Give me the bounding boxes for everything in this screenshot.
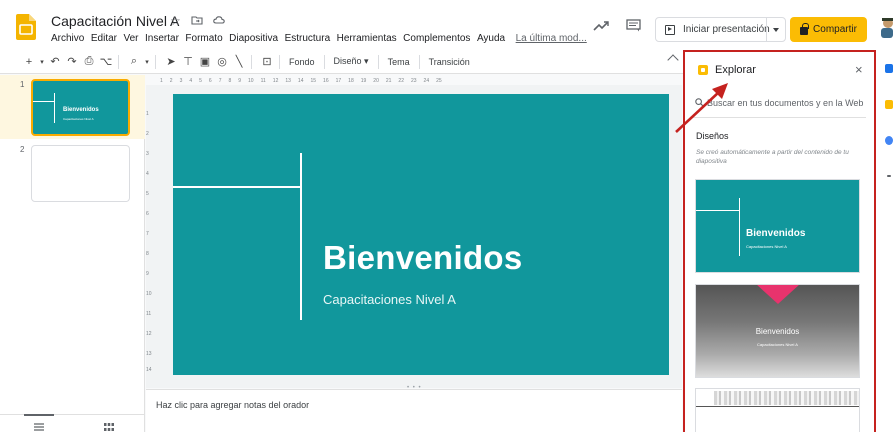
design-suggestion-3[interactable] (695, 388, 860, 432)
slide-horizontal-line (173, 186, 301, 188)
image-icon[interactable]: ▣ (198, 53, 212, 71)
explore-header: Explorar × (685, 52, 874, 86)
vertical-ruler: 1 2 3 4 5 6 7 8 9 10 11 12 13 14 (146, 111, 152, 373)
zoom-icon[interactable]: ⌕ (127, 53, 141, 71)
designs-subtitle: Se creó automáticamente a partir del con… (696, 149, 849, 165)
current-slide[interactable]: Bienvenidos Capacitaciones Nivel A (173, 94, 669, 375)
select-cursor-icon[interactable]: ➤ (164, 53, 178, 71)
design-subtitle: Capacitaciones Nivel A (757, 342, 798, 347)
comments-icon[interactable] (626, 19, 641, 32)
design-title: Bienvenidos (746, 228, 806, 239)
present-label: Iniciar presentación (683, 24, 770, 35)
explore-icon (698, 65, 708, 75)
star-icon[interactable]: ☆ (170, 14, 181, 28)
explore-search-input[interactable] (707, 96, 872, 110)
present-button[interactable]: Iniciar presentación (655, 17, 786, 42)
filmstrip-slide-1[interactable]: 1 Bienvenidos Capacitaciones Nivel A (0, 75, 145, 139)
line-icon[interactable]: ╲ (232, 53, 246, 71)
thumbnail-title: Bienvenidos (63, 107, 99, 113)
menu-file[interactable]: Archivo (51, 33, 84, 44)
share-label: Compartir (813, 24, 857, 35)
menu-format[interactable]: Formato (185, 33, 222, 44)
undo-icon[interactable]: ↶ (48, 53, 62, 71)
explore-panel: Explorar × Diseños Se creó automáticamen… (683, 50, 876, 432)
collapse-toolbar-chevron-up-icon[interactable] (667, 54, 679, 66)
background-button[interactable]: Fondo (289, 57, 315, 67)
slide-thumbnail[interactable] (31, 145, 130, 202)
paint-format-icon[interactable]: ⌥ (99, 53, 113, 71)
thumbnail-subtitle: Capacitaciones Nivel A (63, 117, 94, 121)
menu-edit[interactable]: Editar (91, 33, 117, 44)
design-subtitle: Capacitaciones Nivel A (746, 244, 787, 249)
keep-icon[interactable] (885, 100, 893, 109)
menu-tools[interactable]: Herramientas (337, 33, 397, 44)
present-icon (665, 24, 675, 35)
zoom-dropdown-icon[interactable]: ▾ (144, 53, 150, 71)
speaker-notes-placeholder: Haz clic para agregar notas del orador (156, 400, 310, 410)
close-icon[interactable]: × (855, 62, 863, 77)
designs-heading: Diseños (696, 131, 729, 141)
filmstrip-slide-2[interactable]: 2 (0, 141, 145, 205)
slide-thumbnail[interactable]: Bienvenidos Capacitaciones Nivel A (31, 79, 130, 136)
menu-addons[interactable]: Complementos (403, 33, 470, 44)
layout-button[interactable]: Diseño ▾ (334, 56, 369, 67)
menu-insert[interactable]: Insertar (145, 33, 179, 44)
avatar[interactable] (878, 16, 893, 38)
share-button[interactable]: Compartir (790, 17, 867, 42)
design-suggestion-1[interactable]: Bienvenidos Capacitaciones Nivel A (695, 179, 860, 273)
new-slide-plus-icon[interactable]: + (22, 53, 36, 71)
move-folder-icon[interactable] (191, 14, 203, 26)
print-icon[interactable]: ⎙ (82, 53, 96, 71)
slide-title-textbox[interactable]: Bienvenidos (323, 239, 523, 277)
speaker-notes[interactable]: Haz clic para agregar notas del orador (146, 389, 682, 432)
slide-filmstrip: 1 Bienvenidos Capacitaciones Nivel A 2 (0, 75, 145, 432)
slide-number: 1 (20, 80, 25, 89)
last-edit-link[interactable]: La última mod... (516, 33, 587, 44)
redo-icon[interactable]: ↷ (65, 53, 79, 71)
slide-number: 2 (20, 145, 25, 154)
slide-subtitle-textbox[interactable]: Capacitaciones Nivel A (323, 292, 456, 307)
side-panel-rail (876, 50, 893, 432)
editing-toolbar: + ▾ ↶ ↷ ⎙ ⌥ ⌕ ▾ ➤ ⊤ ▣ ◎ ╲ ⊡ Fondo Diseño… (0, 50, 683, 74)
triangle-decoration (756, 285, 800, 304)
new-slide-dropdown-icon[interactable]: ▾ (39, 53, 45, 71)
search-icon (695, 98, 704, 107)
app-header: Capacitación Nivel A ☆ Archivo Editar Ve… (0, 0, 893, 50)
filmstrip-view-switcher (0, 414, 145, 432)
theme-button[interactable]: Tema (388, 57, 410, 67)
slide-vertical-line (300, 153, 302, 320)
menu-arrange[interactable]: Estructura (285, 33, 331, 44)
tasks-icon[interactable] (885, 136, 893, 145)
menu-view[interactable]: Ver (123, 33, 138, 44)
present-options-chevron-icon[interactable] (773, 28, 779, 32)
document-title[interactable]: Capacitación Nivel A (51, 13, 179, 29)
explore-title: Explorar (715, 64, 756, 76)
design-suggestion-2[interactable]: Bienvenidos Capacitaciones Nivel A (695, 284, 860, 378)
filmstrip-view-icon[interactable] (34, 423, 44, 431)
cloud-status-icon[interactable] (212, 14, 225, 26)
comment-add-icon[interactable]: ⊡ (260, 53, 274, 71)
layout-label: Diseño (333, 56, 362, 66)
slides-logo-icon[interactable] (16, 14, 36, 40)
shape-icon[interactable]: ◎ (215, 53, 229, 71)
grid-view-icon[interactable] (104, 423, 114, 431)
horizontal-ruler: 1 2 3 4 5 6 7 8 9 10 11 12 13 14 15 16 17 18 19 20 21 22 23 24 2… (160, 77, 442, 84)
calendar-icon[interactable] (885, 64, 893, 73)
text-box-icon[interactable]: ⊤ (181, 53, 195, 71)
transition-button[interactable]: Transición (429, 57, 470, 67)
lock-icon (800, 23, 809, 35)
activity-dashboard-icon[interactable] (593, 20, 609, 32)
menu-bar: Archivo Editar Ver Insertar Formato Diap… (51, 33, 593, 44)
menu-help[interactable]: Ayuda (477, 33, 505, 44)
menu-slide[interactable]: Diapositiva (229, 33, 278, 44)
cityscape-image (714, 391, 859, 405)
design-title: Bienvenidos (755, 327, 800, 336)
add-on-divider-icon (887, 175, 891, 177)
